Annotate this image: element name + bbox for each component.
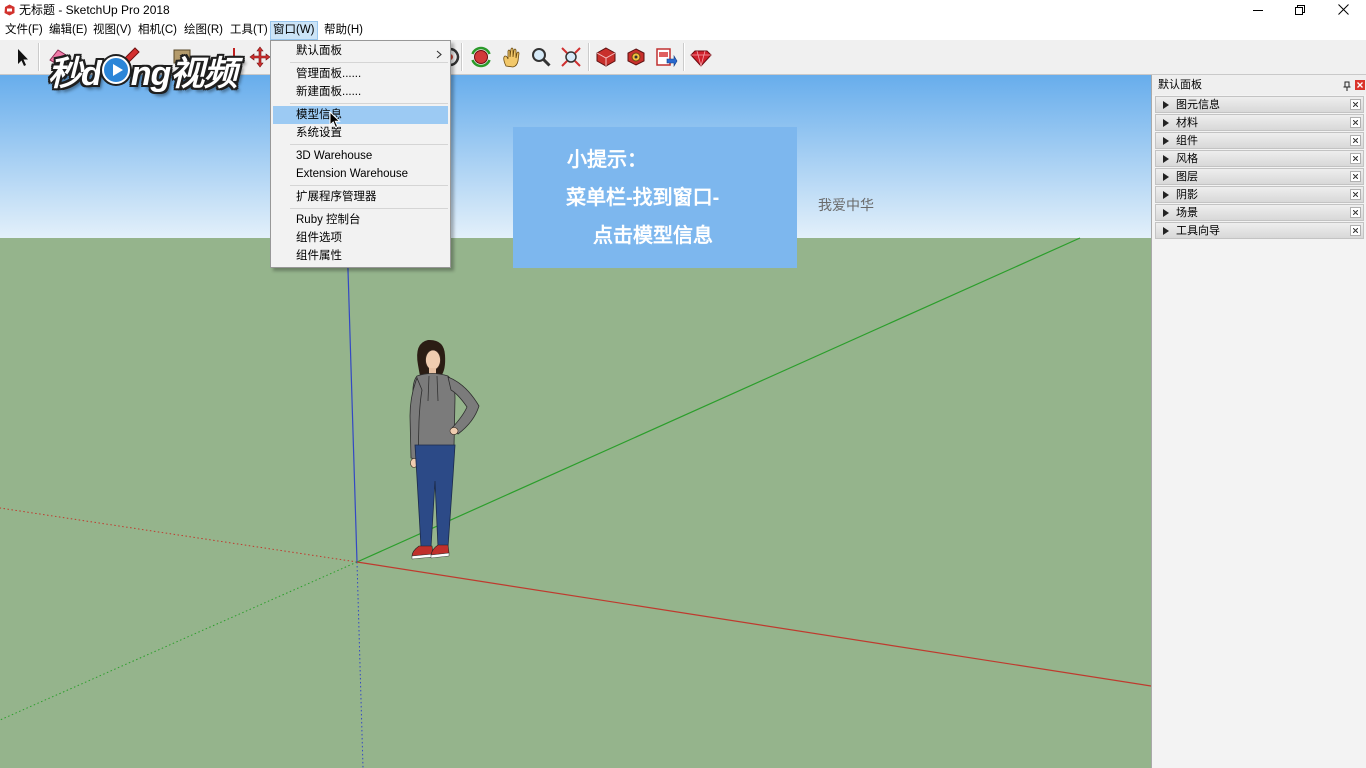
toolbar-separator (461, 43, 463, 71)
menu-bar: 文件(F) 编辑(E) 视图(V) 相机(C) 绘图(R) 工具(T) 窗口(W… (0, 21, 1366, 40)
menu-window[interactable]: 窗口(W) (270, 21, 318, 40)
tray-panel-label: 场景 (1176, 207, 1198, 219)
3d-warehouse-icon[interactable] (594, 45, 618, 69)
toolbar-separator (683, 43, 685, 71)
tray-panel-styles[interactable]: 风格 (1155, 150, 1364, 167)
tray-panel-label: 材料 (1176, 117, 1198, 129)
restore-icon (1295, 4, 1305, 18)
close-icon[interactable] (1350, 207, 1361, 218)
mouse-cursor-icon (329, 110, 341, 132)
menu-item-default-tray[interactable]: 默认面板 (273, 42, 448, 60)
close-icon[interactable] (1350, 99, 1361, 110)
select-icon[interactable] (10, 45, 34, 69)
menu-tools[interactable]: 工具(T) (228, 21, 270, 40)
tray-panel-label: 工具向导 (1176, 225, 1220, 237)
tray-panel-shadows[interactable]: 阴影 (1155, 186, 1364, 203)
default-tray: 默认面板 图元信息 材料 组件 风格 图层 阴影 场景 工具向导 (1151, 75, 1366, 768)
extension-warehouse-icon[interactable] (689, 45, 713, 69)
play-icon (101, 56, 130, 84)
send-to-layout-icon[interactable] (654, 45, 678, 69)
expand-triangle-icon (1163, 155, 1169, 163)
zoom-icon[interactable] (529, 45, 553, 69)
toolbar-separator (588, 43, 590, 71)
menu-item-model-info[interactable]: 模型信息 (273, 106, 448, 124)
close-icon[interactable] (1350, 153, 1361, 164)
tray-panel-label: 阴影 (1176, 189, 1198, 201)
restore-button[interactable] (1278, 0, 1322, 21)
close-icon[interactable] (1350, 135, 1361, 146)
move-icon[interactable] (248, 45, 272, 69)
tip-line: 点击模型信息 (593, 225, 713, 247)
toolbar-separator (38, 43, 40, 71)
chevron-right-icon (436, 47, 442, 59)
menu-edit[interactable]: 编辑(E) (47, 21, 89, 40)
pan-icon[interactable] (499, 45, 523, 69)
watermark-logo: 秒d ng视频 (48, 42, 238, 98)
window-menu-dropdown: 默认面板 管理面板...... 新建面板...... 模型信息 系统设置 3D … (270, 40, 451, 268)
close-icon[interactable] (1350, 117, 1361, 128)
expand-triangle-icon (1163, 137, 1169, 145)
tray-panel-components[interactable]: 组件 (1155, 132, 1364, 149)
title-bar[interactable]: 无标题 - SketchUp Pro 2018 (0, 0, 1366, 21)
menu-camera[interactable]: 相机(C) (136, 21, 179, 40)
menu-item-3d-warehouse[interactable]: 3D Warehouse (273, 147, 448, 165)
watermark-text-end: ng视频 (130, 54, 238, 93)
menu-item-preferences[interactable]: 系统设置 (273, 124, 448, 142)
tray-close-icon[interactable] (1355, 80, 1365, 90)
menu-item-new-tray[interactable]: 新建面板...... (273, 83, 448, 101)
canvas-text-note: 我爱中华 (818, 198, 874, 214)
expand-triangle-icon (1163, 191, 1169, 199)
expand-triangle-icon (1163, 173, 1169, 181)
tray-panel-scenes[interactable]: 场景 (1155, 204, 1364, 221)
window-title: 无标题 - SketchUp Pro 2018 (19, 3, 170, 17)
menu-item-component-options[interactable]: 组件选项 (273, 229, 448, 247)
close-icon[interactable] (1350, 225, 1361, 236)
tray-panel-label: 图元信息 (1176, 99, 1220, 111)
expand-triangle-icon (1163, 101, 1169, 109)
close-icon[interactable] (1350, 171, 1361, 182)
menu-item-ruby-console[interactable]: Ruby 控制台 (273, 211, 448, 229)
tray-panel-label: 组件 (1176, 135, 1198, 147)
minimize-button[interactable] (1236, 0, 1280, 21)
expand-triangle-icon (1163, 209, 1169, 217)
tray-header[interactable]: 默认面板 (1152, 75, 1366, 95)
menu-help[interactable]: 帮助(H) (322, 21, 365, 40)
zoom-extents-icon[interactable] (559, 45, 583, 69)
tip-overlay: 小提示： 菜单栏-找到窗口- 点击模型信息 (513, 127, 797, 268)
tray-panel-layers[interactable]: 图层 (1155, 168, 1364, 185)
close-icon[interactable] (1350, 189, 1361, 200)
menu-item-extension-warehouse[interactable]: Extension Warehouse (273, 165, 448, 183)
menu-item-extension-manager[interactable]: 扩展程序管理器 (273, 188, 448, 206)
tray-panel-entity-info[interactable]: 图元信息 (1155, 96, 1364, 113)
menu-draw[interactable]: 绘图(R) (182, 21, 225, 40)
tray-title: 默认面板 (1158, 79, 1202, 91)
minimize-icon (1253, 4, 1263, 18)
ground-plane (0, 238, 1151, 768)
menu-item-manage-trays[interactable]: 管理面板...... (273, 65, 448, 83)
orbit-icon[interactable] (469, 45, 493, 69)
pin-icon[interactable] (1343, 80, 1351, 91)
expand-triangle-icon (1163, 119, 1169, 127)
menu-view[interactable]: 视图(V) (91, 21, 133, 40)
tray-panel-label: 风格 (1176, 153, 1198, 165)
menu-item-component-attributes[interactable]: 组件属性 (273, 247, 448, 265)
close-icon (1338, 3, 1349, 18)
tray-panel-label: 图层 (1176, 171, 1198, 183)
watermark-text-start: 秒d (48, 54, 102, 93)
tray-panel-instructor[interactable]: 工具向导 (1155, 222, 1364, 239)
menu-item-label: 默认面板 (296, 45, 342, 57)
tip-title: 小提示： (567, 149, 647, 171)
sketchup-logo-icon (4, 4, 15, 16)
expand-triangle-icon (1163, 227, 1169, 235)
share-component-icon[interactable] (624, 45, 648, 69)
tray-panel-materials[interactable]: 材料 (1155, 114, 1364, 131)
menu-file[interactable]: 文件(F) (3, 21, 45, 40)
tip-line: 菜单栏-找到窗口- (566, 187, 720, 209)
close-button[interactable] (1321, 0, 1366, 21)
